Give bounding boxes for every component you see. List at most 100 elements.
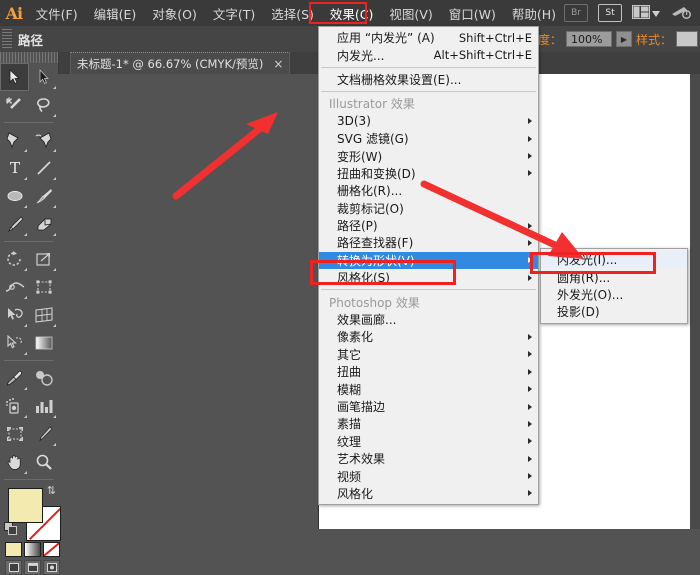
symbol-sprayer-tool[interactable] [0,392,29,420]
tool-divider [4,360,54,361]
line-segment-tool[interactable] [29,154,58,182]
swap-fill-stroke-icon[interactable]: ⇅ [47,484,56,497]
fullscreen-mode-button[interactable] [43,560,60,575]
cc-cloud-icon[interactable] [670,4,692,23]
tool-expand-corner [53,205,56,208]
submenu-arrow-icon [528,420,532,427]
menu-item-video[interactable]: 视频 [319,467,538,484]
default-fill-stroke-icon[interactable] [4,522,17,538]
menu-item-svg-filters[interactable]: SVG 滤镜(G) [319,130,538,147]
perspective-grid-tool[interactable] [29,301,58,329]
type-tool[interactable]: T [0,154,29,182]
scale-tool[interactable] [29,245,58,273]
submenu-item-inner-glow[interactable]: 内发光(I)... [541,251,687,269]
menu-item-pathfinder[interactable]: 路径查找器(F) [319,234,538,251]
menu-edit[interactable]: 编辑(E) [86,0,145,27]
zoom-tool[interactable] [29,448,58,476]
menu-item-sketch[interactable]: 素描 [319,415,538,432]
menu-item-effect-gallery[interactable]: 效果画廊... [319,311,538,328]
fill-swatch[interactable] [8,488,43,523]
menu-item-distort[interactable]: 扭曲 [319,363,538,380]
app-logo: Ai [5,3,23,23]
add-anchor-point-tool[interactable] [29,126,58,154]
free-transform-tool[interactable] [29,273,58,301]
style-swatch[interactable] [676,31,698,47]
menu-select[interactable]: 选择(S) [263,0,322,27]
eyedropper-tool[interactable] [0,364,29,392]
paintbrush-tool[interactable] [29,182,58,210]
submenu-item-drop-shadow[interactable]: 投影(D) [541,303,687,320]
menu-item-3d[interactable]: 3D(3) [319,113,538,130]
menu-item-label: 3D(3) [337,114,371,129]
stylize-submenu[interactable]: 内发光(I)... 圆角(R)... 外发光(O)... 投影(D) [540,248,688,324]
tools-panel-grip[interactable] [0,52,58,63]
menu-item-stylize-ps[interactable]: 风格化 [319,485,538,502]
menu-item-other[interactable]: 其它 [319,346,538,363]
normal-screen-mode-button[interactable] [5,560,22,575]
tool-expand-corner [24,296,27,299]
pencil-tool[interactable] [0,210,29,238]
magic-wand-tool[interactable] [0,91,29,119]
menu-item-label: 应用 “内发光” (A) [337,31,435,46]
effect-dropdown-menu[interactable]: 应用 “内发光” (A) Shift+Ctrl+E 内发光... Alt+Shi… [318,26,539,506]
width-tool[interactable] [0,273,29,301]
gradient-swatch-button[interactable] [24,542,41,557]
menu-item-brush-strokes[interactable]: 画笔描边 [319,398,538,415]
fullscreen-menubar-mode-button[interactable] [24,560,41,575]
menu-item-label: 扭曲和变换(D) [337,166,416,181]
menu-item-rasterize[interactable]: 栅格化(R)... [319,182,538,199]
direct-selection-tool[interactable] [29,63,58,91]
menu-item-inner-glow-dialog[interactable]: 内发光... Alt+Shift+Ctrl+E [319,46,538,63]
menu-item-texture[interactable]: 纹理 [319,433,538,450]
rotate-tool[interactable] [0,245,29,273]
menu-window[interactable]: 窗口(W) [441,0,504,27]
menu-effect[interactable]: 效果(C) [322,0,381,27]
menu-view[interactable]: 视图(V) [381,0,440,27]
mesh-tool[interactable] [0,329,29,357]
menu-type[interactable]: 文字(T) [205,0,263,27]
menu-item-warp[interactable]: 变形(W) [319,147,538,164]
menu-item-convert-to-shape[interactable]: 转换为形状(V) [319,251,538,270]
blend-tool[interactable] [29,364,58,392]
opacity-value[interactable]: 100% [565,31,612,47]
artboard-tool[interactable] [0,420,29,448]
document-tab[interactable]: 未标题-1* @ 66.67% (CMYK/预览) × [70,52,291,74]
menu-item-document-raster-settings[interactable]: 文档栅格效果设置(E)... [319,71,538,88]
none-swatch-button[interactable] [43,542,60,557]
menu-item-stylize[interactable]: 风格化(S) [319,269,538,286]
control-bar-grip[interactable] [2,29,12,49]
menu-help[interactable]: 帮助(H) [504,0,564,27]
submenu-arrow-icon [528,135,532,142]
menu-item-label: 像素化 [337,330,374,345]
slice-tool[interactable] [29,420,58,448]
gradient-tool[interactable] [29,329,58,357]
shape-builder-tool[interactable] [0,301,29,329]
workspace-switcher-button[interactable] [632,4,660,22]
stock-button[interactable]: St [598,4,622,22]
menu-file[interactable]: 文件(F) [28,0,86,27]
selection-tool[interactable] [0,63,29,91]
submenu-item-round-corners[interactable]: 圆角(R)... [541,268,687,285]
menu-item-path[interactable]: 路径(P) [319,217,538,234]
bridge-button[interactable]: Br [564,4,588,22]
eraser-tool[interactable] [29,210,58,238]
color-swatch-button[interactable] [5,542,22,557]
menu-item-blur[interactable]: 模糊 [319,380,538,397]
menu-item-pixelate[interactable]: 像素化 [319,328,538,345]
submenu-arrow-icon [528,438,532,445]
menu-header-illustrator-effects: Illustrator 效果 [329,97,415,112]
column-graph-tool[interactable] [29,392,58,420]
tool-expand-corner [24,149,27,152]
menu-item-apply-inner-glow[interactable]: 应用 “内发光” (A) Shift+Ctrl+E [319,29,538,46]
submenu-item-outer-glow[interactable]: 外发光(O)... [541,286,687,303]
menu-item-crop-marks[interactable]: 裁剪标记(O) [319,200,538,217]
lasso-tool[interactable] [29,91,58,119]
hand-tool[interactable] [0,448,29,476]
close-icon[interactable]: × [273,58,283,70]
pen-tool[interactable] [0,126,29,154]
menu-item-artistic[interactable]: 艺术效果 [319,450,538,467]
menu-item-distort-transform[interactable]: 扭曲和变换(D) [319,165,538,182]
ellipse-tool[interactable] [0,182,29,210]
opacity-dropdown-arrow[interactable]: ▶ [615,31,632,47]
menu-object[interactable]: 对象(O) [144,0,205,27]
